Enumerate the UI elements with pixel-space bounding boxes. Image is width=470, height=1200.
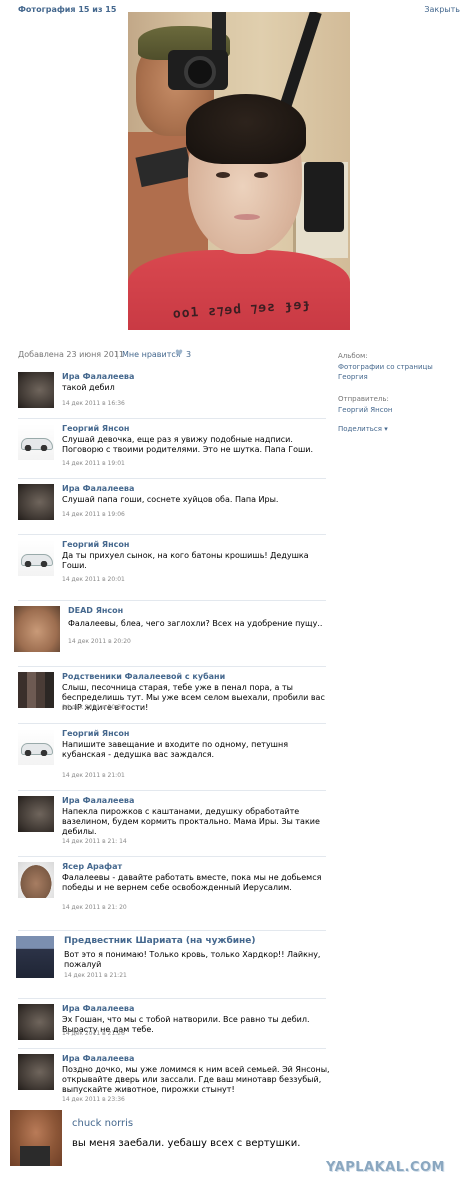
avatar[interactable]: [18, 796, 54, 832]
comment-divider: [18, 478, 326, 479]
comment-text: Напишите завещание и входите по одному, …: [62, 740, 289, 759]
comment-text: Вот это я понимаю! Только кровь, только …: [64, 950, 321, 969]
comment-author[interactable]: DEAD Янсон: [68, 606, 123, 615]
comment-text: Слушай девочка, еще раз я увижу подобные…: [62, 435, 314, 454]
comment-divider: [18, 723, 326, 724]
avatar[interactable]: [18, 862, 54, 898]
comment-divider: [18, 600, 326, 601]
comment-text: вы меня заебали. уебашу всех с вертушки.: [72, 1138, 301, 1149]
comment-divider: [18, 856, 326, 857]
comment-divider: [18, 998, 326, 999]
avatar[interactable]: [10, 1110, 62, 1166]
avatar[interactable]: [18, 672, 54, 708]
comment-author[interactable]: Предвестник Шариата (на чужбине): [64, 936, 255, 946]
comment-date[interactable]: 14 дек 2011 в 20:01: [62, 576, 125, 583]
comment-author[interactable]: Ира Фалалеева: [62, 796, 134, 805]
comment-text: Слушай папа гоши, соснете хуйцов оба. Па…: [62, 495, 279, 504]
photo-boy-eye-left: [216, 172, 230, 178]
comment-text: Фалалеевы - давайте работать вместе, пок…: [62, 873, 322, 892]
info-separator: |: [116, 350, 119, 359]
comment-text: Да ты прихуел сынок, на кого батоны крош…: [62, 551, 309, 570]
avatar[interactable]: [14, 606, 60, 652]
comment-date[interactable]: 14 дек 2011 в 19:06: [62, 511, 125, 518]
comment-date[interactable]: 14 дек 2011 в 23:36: [62, 1096, 125, 1103]
comment-divider: [18, 930, 326, 931]
comment-date[interactable]: 14 дек 2011 в 16:36: [62, 400, 125, 407]
avatar[interactable]: [18, 424, 54, 460]
share-dropdown[interactable]: Поделиться ▾: [338, 425, 388, 433]
photo-rifle-body: [304, 162, 344, 232]
comment-divider: [18, 790, 326, 791]
comment-author[interactable]: Георгий Янсон: [62, 729, 129, 738]
comment-date[interactable]: 14 дек 2011 в 21:21: [64, 972, 127, 979]
sender-label: Отправитель:: [338, 395, 389, 403]
comment-author[interactable]: Ира Фалалеева: [62, 484, 134, 493]
comment-author[interactable]: Ира Фалалеева: [62, 1004, 134, 1013]
photo-boy-eye-right: [254, 172, 268, 178]
comment-date[interactable]: 14 дек 2011 в 20:20: [68, 638, 131, 645]
photo-barrel: [184, 56, 216, 88]
avatar[interactable]: [18, 729, 54, 765]
avatar[interactable]: [18, 1054, 54, 1090]
sender-link[interactable]: Георгий Янсон: [338, 405, 458, 415]
comment-date[interactable]: 14 дек 2011 в 21: 20: [62, 904, 127, 911]
photo-boy-mouth: [234, 214, 260, 220]
album-label: Альбом:: [338, 352, 368, 360]
comment-author[interactable]: Георгий Янсон: [62, 424, 129, 433]
comment-divider: [18, 666, 326, 667]
photo-boy-hair: [186, 94, 306, 164]
watermark: YAPLAKAL.COM: [326, 1160, 445, 1175]
heart-icon[interactable]: ♥: [175, 349, 183, 359]
comment-date[interactable]: 14 дек 2011 в 21:01: [62, 772, 125, 779]
comment-author[interactable]: Ира Фалалеева: [62, 1054, 134, 1063]
comment-date[interactable]: 14 дек 2011 в 21: 14: [62, 838, 127, 845]
comment-author[interactable]: Ира Фалалеева: [62, 372, 134, 381]
comment-author[interactable]: Ясер Арафат: [62, 862, 122, 871]
main-photo[interactable]: oo1 ƨ⁊ɘd ⁊ɘƨ ɟɘɟ: [128, 12, 350, 330]
like-count[interactable]: 3: [186, 350, 191, 359]
avatar[interactable]: [18, 484, 54, 520]
comment-author[interactable]: Родственики Фалалеевой с кубани: [62, 672, 225, 681]
comment-divider: [18, 1048, 326, 1049]
added-date: Добавлена 23 июня 2011: [18, 350, 125, 359]
photo-viewer: Фотография 15 из 15 Закрыть oo1 ƨ⁊ɘd ⁊ɘƨ…: [0, 0, 470, 1200]
avatar[interactable]: [18, 540, 54, 576]
comment-text: Фалалеевы, блеа, чего заглохли? Всех на …: [68, 619, 323, 628]
album-link[interactable]: Фотографии со страницы Георгия: [338, 362, 458, 382]
comment-author[interactable]: Георгий Янсон: [62, 540, 129, 549]
photo-counter: Фотография 15 из 15: [18, 5, 117, 14]
comment-date[interactable]: 14 дек 2011 в 21:26: [62, 1030, 125, 1037]
comment-date[interactable]: 14 дек 2011 в 20:36: [62, 704, 125, 711]
comment-text: Напекла пирожков с каштанами, дедушку об…: [62, 807, 320, 836]
comment-text: Поздно дочко, мы уже ломимся к ним всей …: [62, 1065, 330, 1094]
close-link[interactable]: Закрыть: [424, 5, 460, 14]
avatar[interactable]: [18, 1004, 54, 1040]
comment-text: такой дебил: [62, 383, 115, 392]
comment-date[interactable]: 14 дек 2011 в 19:01: [62, 460, 125, 467]
avatar[interactable]: [16, 936, 54, 978]
avatar[interactable]: [18, 372, 54, 408]
comment-divider: [18, 418, 326, 419]
comment-author[interactable]: chuck norris: [72, 1118, 133, 1129]
comment-divider: [18, 534, 326, 535]
like-button[interactable]: Мне нравится: [122, 350, 181, 359]
